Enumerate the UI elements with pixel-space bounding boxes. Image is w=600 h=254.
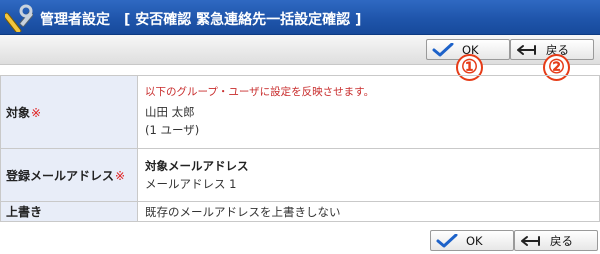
return-arrow-icon bbox=[521, 235, 540, 246]
overwrite-value: 既存のメールアドレスを上書きしない bbox=[145, 204, 341, 219]
checkmark-icon bbox=[436, 233, 458, 247]
back-button-label: 戻る bbox=[550, 233, 573, 248]
return-arrow-icon bbox=[517, 44, 536, 55]
settings-table: 対象※ 以下のグループ・ユーザに設定を反映させます。 山田 太郎 (1 ユーザ)… bbox=[0, 75, 600, 222]
row-value-target: 以下のグループ・ユーザに設定を反映させます。 山田 太郎 (1 ユーザ) bbox=[137, 75, 600, 149]
table-row-email: 登録メールアドレス※ 対象メールアドレス メールアドレス 1 bbox=[0, 148, 600, 202]
email-heading: 対象メールアドレス bbox=[145, 159, 249, 173]
email-value: メールアドレス 1 bbox=[145, 177, 237, 191]
required-mark: ※ bbox=[31, 105, 42, 120]
ok-button-bottom[interactable]: OK bbox=[430, 230, 514, 251]
admin-tools-icon bbox=[5, 4, 33, 32]
page-title-sub: [ 安否確認 緊急連絡先一括設定確認 ] bbox=[124, 12, 362, 28]
notice-text: 以下のグループ・ユーザに設定を反映させます。 bbox=[145, 86, 375, 98]
required-mark: ※ bbox=[115, 168, 126, 183]
row-label-text: 登録メールアドレス bbox=[6, 168, 115, 183]
back-button-bottom[interactable]: 戻る bbox=[514, 230, 598, 251]
row-label-overwrite: 上書き bbox=[0, 201, 138, 222]
table-row-overwrite: 上書き 既存のメールアドレスを上書きしない bbox=[0, 201, 600, 222]
page-title: 管理者設定 [ 安否確認 緊急連絡先一括設定確認 ] bbox=[40, 9, 361, 29]
row-label-text: 上書き bbox=[6, 205, 43, 219]
row-label-email: 登録メールアドレス※ bbox=[0, 148, 138, 202]
page-title-main: 管理者設定 bbox=[40, 12, 110, 28]
title-bar: 管理者設定 [ 安否確認 緊急連絡先一括設定確認 ] bbox=[0, 0, 600, 35]
row-label-target: 対象※ bbox=[0, 75, 138, 149]
table-row-target: 対象※ 以下のグループ・ユーザに設定を反映させます。 山田 太郎 (1 ユーザ) bbox=[0, 75, 600, 149]
row-value-overwrite: 既存のメールアドレスを上書きしない bbox=[137, 201, 600, 222]
user-name: 山田 太郎 bbox=[145, 105, 195, 119]
row-label-text: 対象 bbox=[6, 105, 31, 120]
row-value-email: 対象メールアドレス メールアドレス 1 bbox=[137, 148, 600, 202]
ok-button-label: OK bbox=[466, 233, 483, 248]
user-count: (1 ユーザ) bbox=[145, 123, 200, 137]
checkmark-icon bbox=[432, 42, 454, 56]
